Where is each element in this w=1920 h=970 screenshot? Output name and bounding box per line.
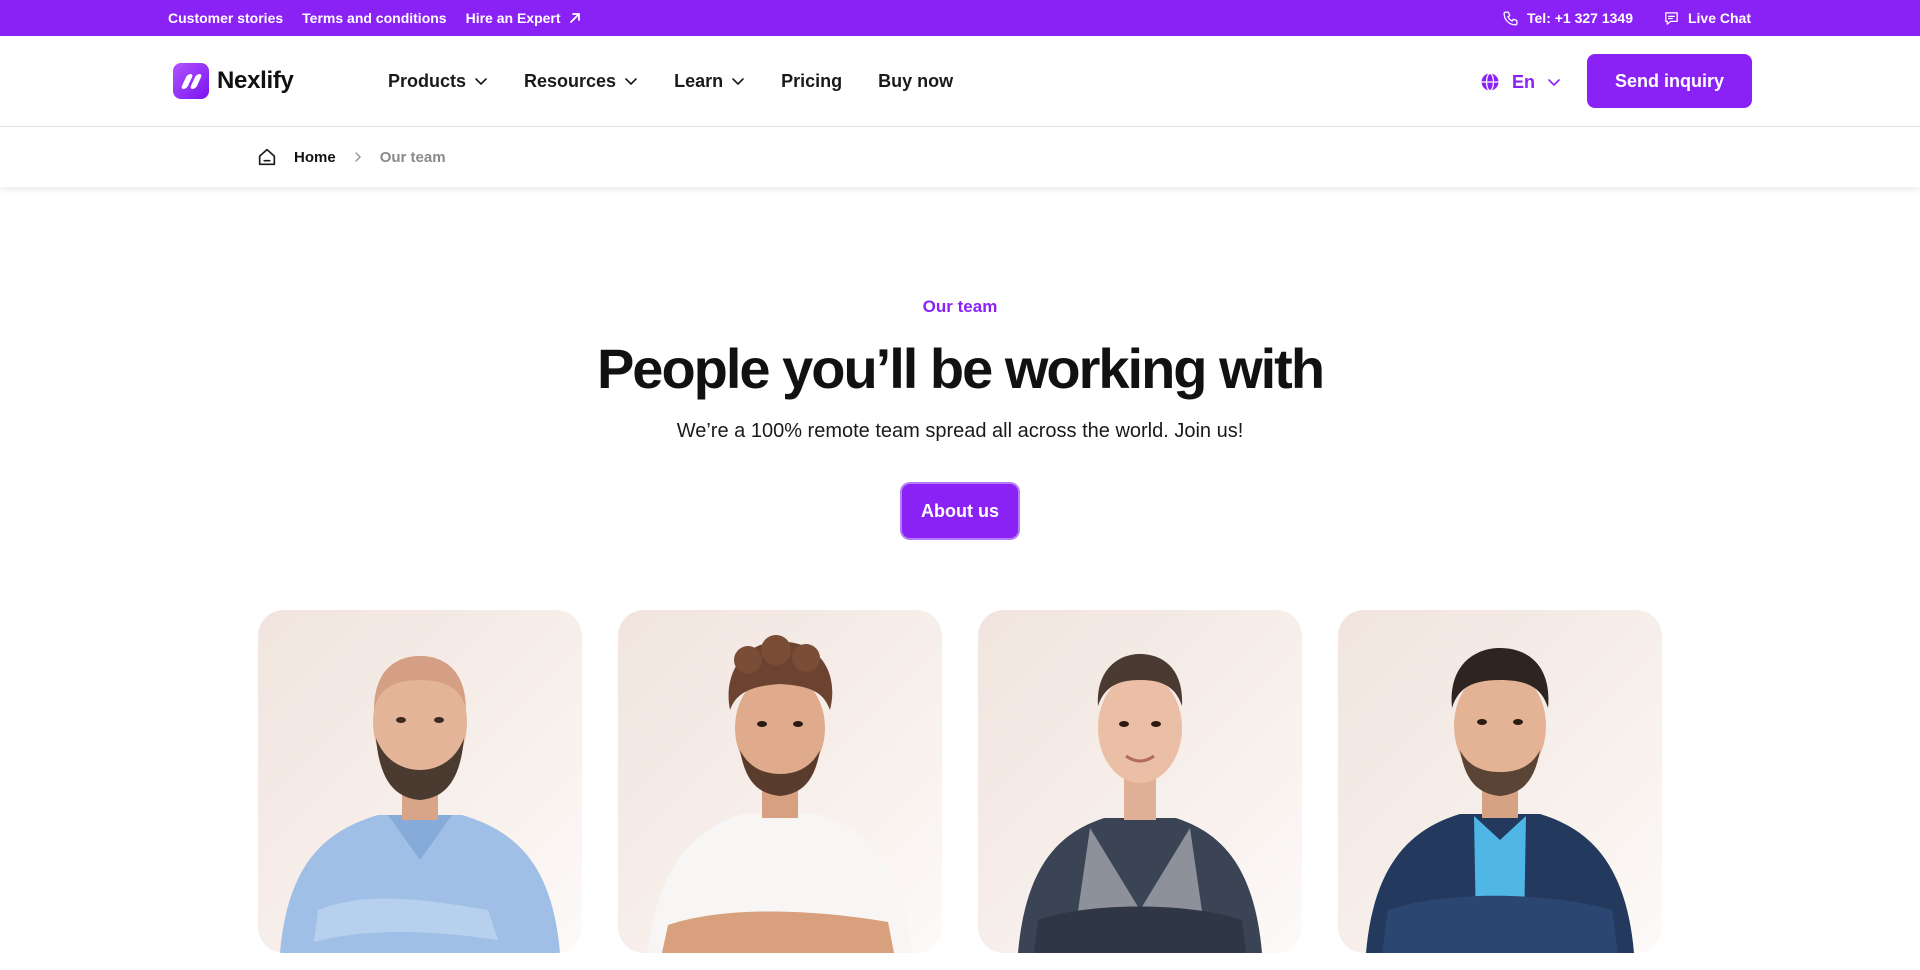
nav-pricing[interactable]: Pricing xyxy=(781,71,842,92)
chevron-down-icon xyxy=(732,78,744,86)
team-member-photo xyxy=(1018,654,1262,953)
nav-resources[interactable]: Resources xyxy=(524,71,638,92)
arrow-up-right-icon xyxy=(569,13,580,23)
main-nav: Products Resources Learn Pricing Buy now xyxy=(388,36,953,126)
globe-icon xyxy=(1481,72,1499,92)
team-member-photo xyxy=(1366,648,1634,953)
nav-resources-label: Resources xyxy=(524,70,617,91)
chevron-down-icon xyxy=(625,78,637,86)
home-icon[interactable] xyxy=(256,146,278,168)
chevron-right-icon xyxy=(354,152,361,162)
live-chat-link[interactable]: Live Chat xyxy=(1663,10,1751,27)
team-member-photo xyxy=(648,635,912,953)
chat-icon xyxy=(1665,11,1678,25)
terms-link[interactable]: Terms and conditions xyxy=(302,10,446,26)
team-member-card[interactable] xyxy=(1338,610,1662,953)
breadcrumb-current: Our team xyxy=(379,148,446,166)
logo[interactable]: Nexlify xyxy=(173,61,294,101)
about-us-button[interactable]: About us xyxy=(902,484,1018,538)
breadcrumb: Home Our team xyxy=(0,127,1920,187)
language-selector[interactable]: En xyxy=(1480,69,1561,95)
section-eyebrow: Our team xyxy=(922,297,998,316)
page-title: People you’ll be working with xyxy=(596,337,1325,400)
team-member-card[interactable] xyxy=(978,610,1302,953)
chevron-down-icon xyxy=(475,78,487,86)
site-header: Nexlify Products Resources Learn Pricing… xyxy=(0,36,1920,127)
logo-mark-icon xyxy=(173,63,209,99)
nav-learn[interactable]: Learn xyxy=(674,71,745,92)
phone-link[interactable]: Tel: +1 327 1349 xyxy=(1502,10,1633,27)
nav-buy-now[interactable]: Buy now xyxy=(878,71,953,92)
phone-label: Tel: +1 327 1349 xyxy=(1527,10,1633,26)
phone-icon xyxy=(1503,10,1518,26)
top-bar-links: Customer stories Terms and conditions Hi… xyxy=(168,0,581,36)
nav-products[interactable]: Products xyxy=(388,71,488,92)
customer-stories-link[interactable]: Customer stories xyxy=(168,10,283,26)
hire-expert-link[interactable]: Hire an Expert xyxy=(466,10,581,26)
breadcrumb-trail: Home Our team xyxy=(256,127,446,187)
nav-products-label: Products xyxy=(388,70,467,91)
language-label: En xyxy=(1512,71,1536,92)
breadcrumb-home[interactable]: Home xyxy=(294,149,336,166)
nav-learn-label: Learn xyxy=(674,70,724,91)
live-chat-label: Live Chat xyxy=(1687,10,1751,26)
page-subtitle: We’re a 100% remote team spread all acro… xyxy=(676,420,1244,442)
hire-expert-label: Hire an Expert xyxy=(465,10,561,26)
team-member-card[interactable] xyxy=(618,610,942,953)
logo-text: Nexlify xyxy=(217,67,294,94)
team-member-card[interactable] xyxy=(258,610,582,953)
team-member-photo xyxy=(280,656,560,953)
top-bar: Customer stories Terms and conditions Hi… xyxy=(0,0,1920,36)
chevron-down-icon xyxy=(1548,79,1560,87)
send-inquiry-button[interactable]: Send inquiry xyxy=(1587,54,1752,108)
team-grid xyxy=(258,610,1662,954)
top-bar-contact: Tel: +1 327 1349 Live Chat xyxy=(1502,0,1751,36)
